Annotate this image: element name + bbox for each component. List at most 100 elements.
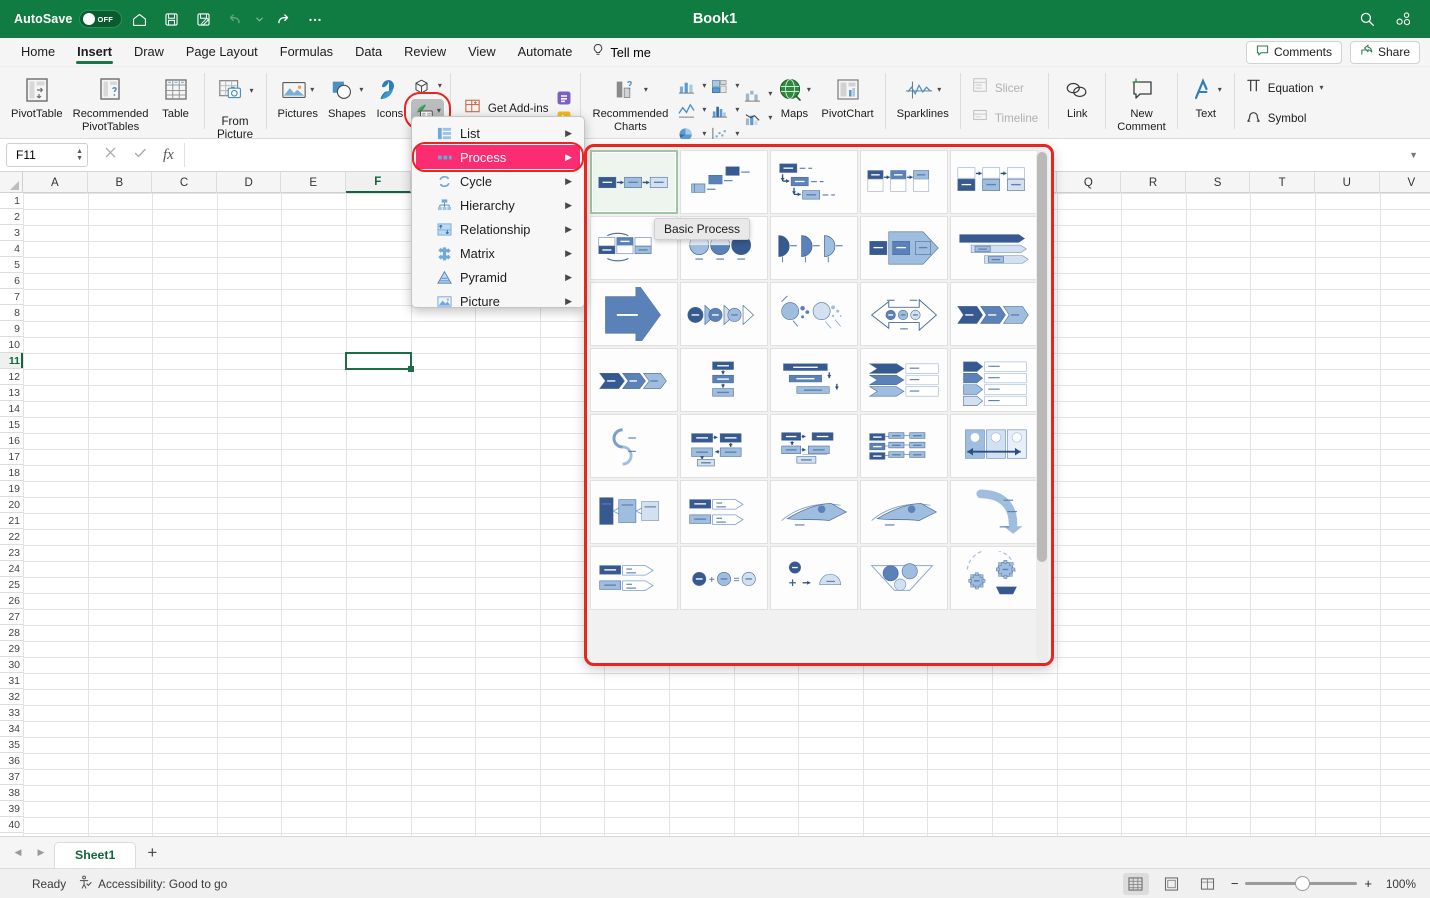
row-header-12[interactable]: 12 (0, 369, 23, 385)
row-header-7[interactable]: 7 (0, 289, 23, 305)
row-header-8[interactable]: 8 (0, 305, 23, 321)
row-header-36[interactable]: 36 (0, 753, 23, 769)
tab-home[interactable]: Home (10, 41, 66, 64)
gallery-item-gear-list[interactable] (860, 546, 948, 610)
pivotchart-button[interactable]: PivotChart (816, 70, 878, 121)
gallery-item-upward-arrow[interactable] (860, 480, 948, 544)
gallery-item-equation-process[interactable]: + = (680, 546, 768, 610)
row-header-11[interactable]: 11 (0, 353, 23, 369)
home-icon[interactable] (124, 4, 154, 34)
nav-next-icon[interactable]: ▶ (31, 843, 51, 863)
row-header-40[interactable]: 40 (0, 817, 23, 833)
gallery-item-basic-chevron-process[interactable] (770, 216, 858, 280)
slicer-button[interactable]: Slicer (967, 76, 1042, 99)
gallery-item-descending-process[interactable] (770, 348, 858, 412)
gallery-item-vertical-chevron-list[interactable] (860, 348, 948, 412)
tab-page-layout[interactable]: Page Layout (175, 41, 269, 64)
row-header-28[interactable]: 28 (0, 625, 23, 641)
row-header-32[interactable]: 32 (0, 689, 23, 705)
row-header-20[interactable]: 20 (0, 497, 23, 513)
row-header-21[interactable]: 21 (0, 513, 23, 529)
row-header-25[interactable]: 25 (0, 577, 23, 593)
row-header-16[interactable]: 16 (0, 433, 23, 449)
tab-draw[interactable]: Draw (123, 41, 175, 64)
row-header-14[interactable]: 14 (0, 401, 23, 417)
maps-button[interactable]: ▾ Maps (772, 70, 816, 121)
pictures-button[interactable]: ▾ Pictures (273, 70, 323, 121)
cancel-icon[interactable] (104, 146, 117, 164)
tab-review[interactable]: Review (393, 41, 457, 64)
gallery-item-staggered-process[interactable] (590, 348, 678, 412)
pivottable-button[interactable]: PivotTable (6, 70, 68, 121)
column-header-C[interactable]: C (152, 172, 217, 193)
zoom-out-button[interactable]: − (1231, 876, 1239, 891)
gallery-item-phased-process[interactable] (860, 414, 948, 478)
gallery-item-arrow-ribbon[interactable] (860, 216, 948, 280)
add-sheet-button[interactable]: + (139, 841, 165, 865)
people-icon[interactable] (1388, 4, 1418, 34)
row-header-24[interactable]: 24 (0, 561, 23, 577)
name-box[interactable]: F11 ▲ ▼ (6, 143, 88, 167)
smartart-menu-item-pyramid[interactable]: Pyramid ▶ (416, 265, 580, 289)
column-header-R[interactable]: R (1121, 172, 1186, 193)
share-button[interactable]: Share (1349, 40, 1420, 64)
normal-view-icon[interactable] (1122, 872, 1149, 895)
recommended-charts-button[interactable]: ▾ Recommended Charts (587, 70, 673, 133)
undo-icon[interactable] (220, 4, 250, 34)
smartart-menu-item-picture[interactable]: Picture ▶ (416, 289, 580, 313)
gallery-item-alternating-flow[interactable] (590, 414, 678, 478)
smartart-menu-item-matrix[interactable]: Matrix ▶ (416, 241, 580, 265)
chevron-down-icon[interactable]: ▾ (437, 107, 441, 115)
autosave-toggle[interactable]: OFF (79, 10, 123, 28)
page-break-icon[interactable] (1195, 873, 1221, 895)
chevron-down-icon[interactable]: ▾ (310, 86, 314, 94)
3d-models-button[interactable]: ▾ (409, 75, 444, 97)
waterfall-chart-button[interactable]: ▾ (739, 83, 772, 105)
gallery-item-random-to-result-process[interactable] (770, 282, 858, 346)
column-header-S[interactable]: S (1186, 172, 1251, 193)
column-header-D[interactable]: D (217, 172, 282, 193)
text-button[interactable]: ▾ Text (1184, 70, 1228, 121)
tab-automate[interactable]: Automate (507, 41, 584, 64)
chevron-down-icon[interactable]: ▾ (807, 86, 811, 94)
gallery-item-funnel-process[interactable] (590, 546, 678, 610)
tab-view[interactable]: View (457, 41, 507, 64)
column-header-T[interactable]: T (1250, 172, 1315, 193)
chevron-down-icon[interactable]: ▾ (250, 87, 254, 95)
gallery-item-step-up-process[interactable] (950, 348, 1038, 412)
gallery-item-vertical-equation[interactable] (770, 546, 858, 610)
row-header-33[interactable]: 33 (0, 705, 23, 721)
row-header-37[interactable]: 37 (0, 769, 23, 785)
sparklines-button[interactable]: ▾ Sparklines (892, 70, 954, 121)
column-header-V[interactable]: V (1380, 172, 1430, 193)
save-as-icon[interactable] (188, 4, 218, 34)
sheet-tab-sheet1[interactable]: Sheet1 (54, 841, 137, 868)
link-button[interactable]: Link (1055, 70, 1099, 121)
row-header-10[interactable]: 10 (0, 337, 23, 353)
row-header-1[interactable]: 1 (0, 193, 23, 209)
icons-button[interactable]: Icons (371, 70, 409, 121)
smartart-menu-item-cycle[interactable]: Cycle ▶ (416, 169, 580, 193)
column-header-E[interactable]: E (281, 172, 346, 193)
row-header-23[interactable]: 23 (0, 545, 23, 561)
fx-label[interactable]: fx (163, 147, 174, 164)
tab-formulas[interactable]: Formulas (269, 41, 344, 64)
gallery-scroll-thumb[interactable] (1037, 152, 1047, 562)
line-chart-button[interactable]: ▾ (673, 99, 706, 121)
chevron-down-icon[interactable]: ▾ (438, 82, 442, 90)
chevron-down-icon[interactable]: ▾ (1218, 86, 1222, 94)
comments-button[interactable]: Comments (1245, 40, 1342, 64)
hierarchy-chart-button[interactable]: ▾ (706, 75, 739, 97)
more-icon[interactable] (300, 4, 330, 34)
tell-me-button[interactable]: Tell me (583, 43, 651, 61)
confirm-icon[interactable] (133, 146, 147, 165)
redo-icon[interactable] (268, 4, 298, 34)
column-header-B[interactable]: B (88, 172, 153, 193)
combo-chart-button[interactable]: ▾ (739, 107, 772, 129)
row-header-30[interactable]: 30 (0, 657, 23, 673)
gallery-item-basic-process[interactable] (590, 150, 678, 214)
row-header-13[interactable]: 13 (0, 385, 23, 401)
save-icon[interactable] (156, 4, 186, 34)
from-picture-button[interactable]: ▾ From Picture (211, 70, 260, 145)
zoom-in-button[interactable]: + (1364, 876, 1372, 891)
